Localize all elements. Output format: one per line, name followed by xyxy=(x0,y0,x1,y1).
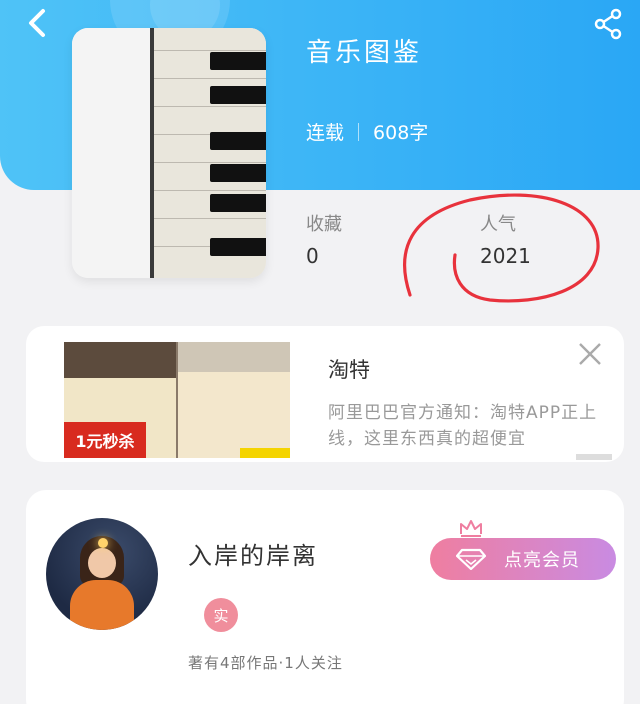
ad-image-tag xyxy=(240,448,290,458)
annotation-circle xyxy=(402,193,600,303)
ad-name: 淘特 xyxy=(328,358,370,382)
author-card: 入岸的岸离 实 著有4部作品·1人关注 点亮会员 xyxy=(26,490,624,704)
vip-button[interactable]: 点亮会员 xyxy=(430,538,616,580)
author-meta: 著有4部作品·1人关注 xyxy=(188,654,343,672)
verified-badge: 实 xyxy=(204,598,238,632)
ad-description: 阿里巴巴官方通知：淘特APP正上线，这里东西真的超便宜 xyxy=(328,403,598,449)
ad-image-badge: 1元秒杀 xyxy=(64,422,146,458)
avatar[interactable] xyxy=(46,518,158,630)
diamond-icon xyxy=(456,548,486,570)
crown-icon xyxy=(460,520,482,537)
vip-button-label: 点亮会员 xyxy=(504,550,580,571)
close-icon[interactable] xyxy=(576,340,604,368)
author-name[interactable]: 入岸的岸离 xyxy=(188,536,318,571)
ad-card[interactable]: 1元秒杀 淘特 阿里巴巴官方通知：淘特APP正上线，这里东西真的超便宜 xyxy=(26,326,624,462)
ad-scroll-indicator xyxy=(576,454,612,460)
ad-image[interactable]: 1元秒杀 xyxy=(64,342,290,458)
